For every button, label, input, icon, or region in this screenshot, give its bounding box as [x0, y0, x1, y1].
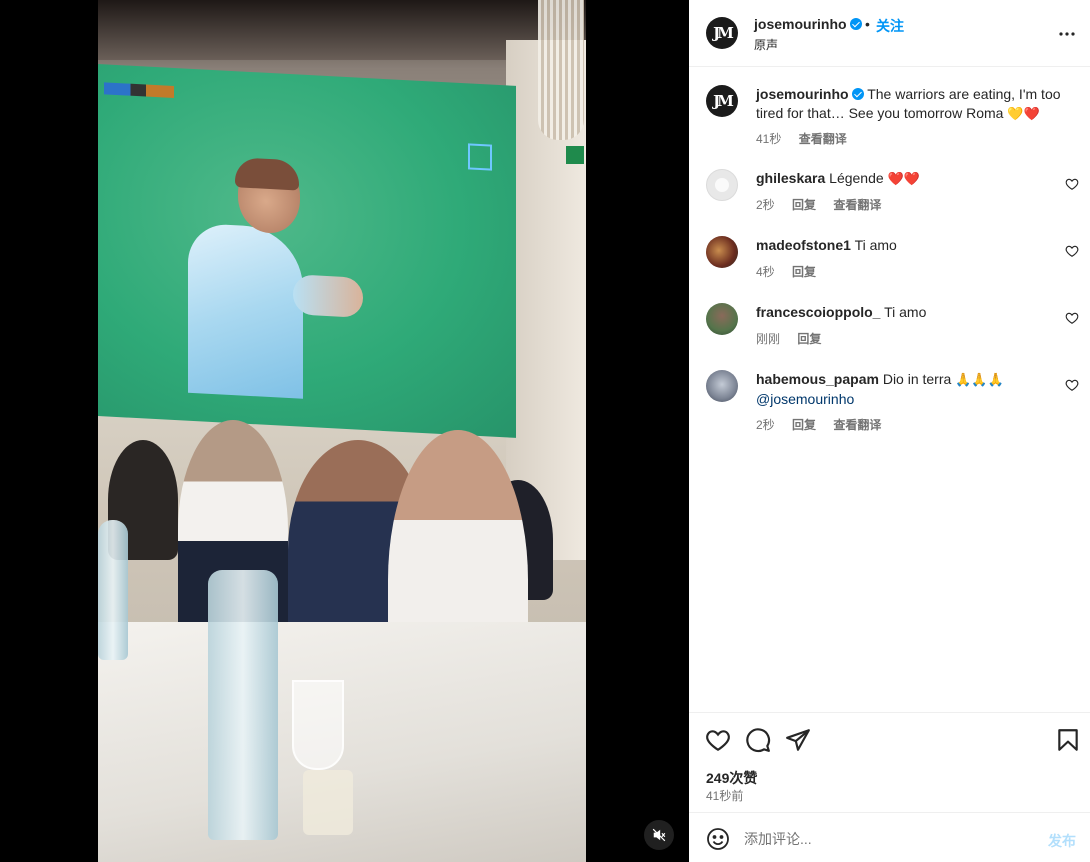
- heart-icon[interactable]: [1065, 378, 1079, 392]
- comment-body: Légende: [829, 170, 884, 186]
- muted-speaker-icon: [652, 828, 666, 842]
- video-tv-logo: [468, 143, 492, 171]
- comment-username[interactable]: ghileskara: [756, 170, 825, 186]
- author-username[interactable]: josemourinho: [754, 16, 862, 32]
- comment-input[interactable]: [744, 825, 1034, 853]
- caption-time: 41秒: [756, 132, 782, 146]
- avatar[interactable]: JM: [706, 85, 738, 117]
- bookmark-icon[interactable]: [1055, 727, 1081, 753]
- comment-text: ghileskara Légende ❤️❤️: [756, 169, 1061, 189]
- translate-link[interactable]: 查看翻译: [833, 198, 881, 212]
- video-tv-screen: [98, 64, 516, 438]
- comment-emojis: 🙏🙏🙏: [955, 373, 1004, 388]
- comment-time: 4秒: [756, 265, 775, 279]
- video-bottle: [208, 570, 278, 840]
- comment-meta: 2秒 回复 查看翻译: [756, 196, 895, 213]
- comment-text: madeofstone1 Ti amo: [756, 236, 1061, 255]
- avatar[interactable]: [706, 169, 738, 201]
- media-pane: [0, 0, 689, 862]
- comment-username[interactable]: francescoioppolo_: [756, 304, 880, 320]
- comment-time: 2秒: [756, 198, 775, 212]
- share-icon[interactable]: [785, 727, 811, 753]
- comment-time: 2秒: [756, 418, 775, 432]
- caption-text: josemourinho The warriors are eating, I'…: [756, 85, 1061, 124]
- post-comment-button[interactable]: 发布: [1048, 831, 1076, 851]
- reply-link[interactable]: 回复: [792, 418, 816, 432]
- caption-emojis: 💛❤️: [1007, 107, 1040, 122]
- reply-link[interactable]: 回复: [792, 265, 816, 279]
- author-username-text[interactable]: josemourinho: [754, 16, 847, 32]
- comment-composer: 发布: [689, 812, 1090, 862]
- comment-meta: 4秒 回复: [756, 263, 830, 280]
- comment-meta: 2秒 回复 查看翻译: [756, 416, 895, 433]
- heart-icon[interactable]: [1065, 311, 1079, 325]
- comments-list[interactable]: JM josemourinho The warriors are eating,…: [689, 67, 1090, 712]
- heart-icon[interactable]: [705, 727, 731, 753]
- video-exit-sign: [566, 146, 584, 164]
- avatar[interactable]: [706, 370, 738, 402]
- like-count[interactable]: 249次赞: [706, 768, 757, 788]
- video-footballer: [183, 157, 363, 399]
- avatar[interactable]: [706, 236, 738, 268]
- comment-body: Ti amo: [884, 304, 927, 320]
- avatar[interactable]: [706, 303, 738, 335]
- caption-username[interactable]: josemourinho: [756, 86, 849, 102]
- post-side-panel: JM josemourinho • 关注 原声 JM josemourinho …: [689, 0, 1090, 862]
- video-bottle: [98, 520, 128, 660]
- heart-icon[interactable]: [1065, 177, 1079, 191]
- comment-body: Dio in terra: [882, 371, 952, 387]
- reply-link[interactable]: 回复: [797, 332, 821, 346]
- avatar[interactable]: JM: [706, 17, 738, 49]
- comment-text: habemous_papam Dio in terra 🙏🙏🙏 @josemou…: [756, 370, 1061, 409]
- translate-link[interactable]: 查看翻译: [799, 132, 847, 146]
- mute-button[interactable]: [644, 820, 674, 850]
- verified-badge-icon: [849, 18, 862, 30]
- comment-username[interactable]: madeofstone1: [756, 237, 851, 253]
- comment-text: francescoioppolo_ Ti amo: [756, 303, 1061, 322]
- comment-meta: 刚刚 回复: [756, 330, 835, 347]
- emoji-icon[interactable]: [706, 827, 730, 851]
- video-cup: [303, 770, 353, 835]
- video-scorebug: [104, 82, 174, 98]
- comment-emojis: ❤️❤️: [887, 172, 920, 187]
- mention-link[interactable]: @josemourinho: [756, 391, 854, 407]
- video-chandelier: [538, 0, 584, 140]
- comment-body: Ti amo: [854, 237, 897, 253]
- post-video[interactable]: [98, 0, 586, 862]
- caption-meta: 41秒 查看翻译: [756, 130, 861, 147]
- verified-badge-icon: [851, 88, 864, 100]
- more-icon[interactable]: [1055, 22, 1079, 46]
- comment-time: 刚刚: [756, 332, 781, 346]
- comment-icon[interactable]: [745, 727, 771, 753]
- comment-username[interactable]: habemous_papam: [756, 371, 879, 387]
- reply-link[interactable]: 回复: [792, 198, 816, 212]
- translate-link[interactable]: 查看翻译: [833, 418, 881, 432]
- action-bar: 249次赞 41秒前: [689, 712, 1090, 812]
- separator-dot: •: [865, 16, 870, 32]
- video-glass: [292, 680, 344, 770]
- post-time: 41秒前: [706, 789, 744, 803]
- audio-label[interactable]: 原声: [754, 36, 778, 53]
- follow-button[interactable]: 关注: [876, 16, 904, 36]
- post-header: JM josemourinho • 关注 原声: [689, 0, 1090, 67]
- heart-icon[interactable]: [1065, 244, 1079, 258]
